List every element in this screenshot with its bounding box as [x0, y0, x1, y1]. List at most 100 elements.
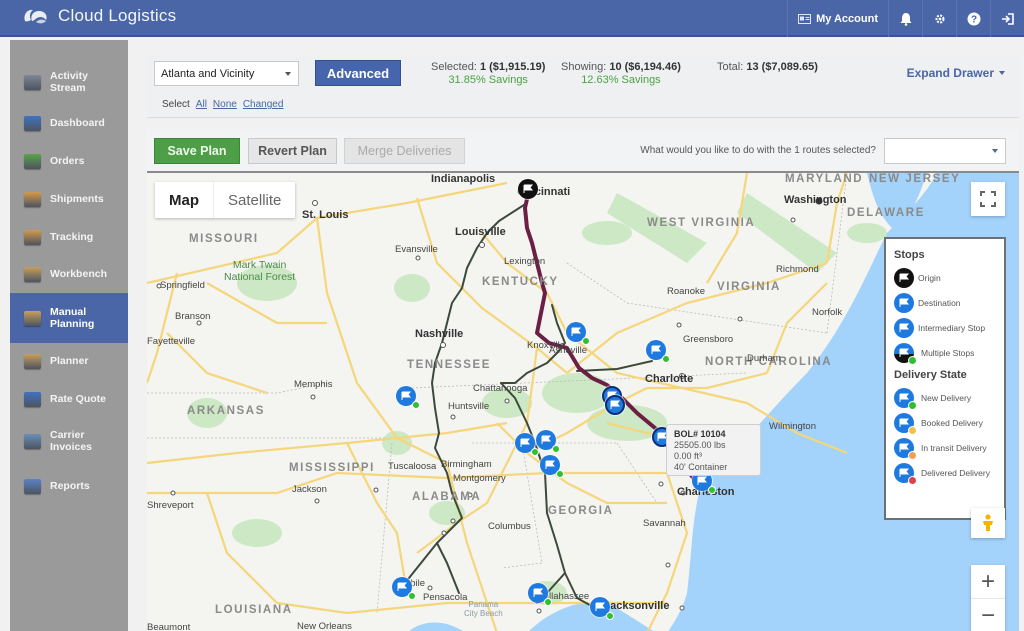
- sidebar-item-label: Workbench: [50, 268, 107, 280]
- origin-marker[interactable]: [518, 179, 538, 199]
- legend-item: In transit Delivery: [894, 435, 996, 460]
- bell-icon: [900, 12, 911, 26]
- logout-icon: [1001, 12, 1014, 25]
- street-view-pegman[interactable]: [971, 508, 1005, 538]
- fullscreen-button[interactable]: [971, 182, 1005, 216]
- new-delivery-status-dot: [531, 448, 539, 456]
- selected-stat: Selected: 1 ($1,915.19) 31.85% Savings: [431, 61, 545, 87]
- legend-delivery-title: Delivery State: [894, 369, 967, 381]
- multiple-stops-icon: [894, 342, 917, 365]
- new-delivery-status-dot: [408, 592, 416, 600]
- shipment-tooltip: BOL# 10104 25505.00 lbs 0.00 ft³ 40' Con…: [666, 424, 761, 476]
- sidebar-item-tracking[interactable]: Tracking: [10, 227, 128, 247]
- map-type-map-button[interactable]: Map: [155, 182, 213, 218]
- settings-button[interactable]: [922, 0, 956, 37]
- stop-marker[interactable]: [540, 455, 564, 478]
- map-label: Savannah: [643, 518, 686, 529]
- chevron-down-icon: [285, 72, 291, 76]
- stop-marker[interactable]: [605, 395, 625, 415]
- help-button[interactable]: ?: [956, 0, 990, 37]
- notifications-button[interactable]: [888, 0, 922, 37]
- legend-label: Booked Delivery: [921, 417, 983, 428]
- stop-marker[interactable]: [566, 322, 590, 345]
- sidebar-item-label: Manual Planning: [50, 306, 95, 330]
- top-bar: Cloud Logistics My Account ?: [0, 0, 1024, 37]
- map-label: Pensacola: [423, 592, 468, 603]
- logout-button[interactable]: [990, 0, 1024, 37]
- selected-savings: 31.85% Savings: [448, 74, 528, 86]
- stop-marker[interactable]: [536, 430, 560, 453]
- legend-label: Intermediary Stop: [918, 322, 986, 333]
- map-label: Branson: [175, 311, 211, 322]
- zoom-out-button[interactable]: −: [971, 599, 1005, 631]
- new-delivery-status-dot: [582, 337, 590, 345]
- merge-deliveries-button[interactable]: Merge Deliveries: [344, 138, 465, 164]
- sidebar-item-workbench[interactable]: Workbench: [10, 264, 128, 284]
- expand-drawer-button[interactable]: Expand Drawer: [907, 66, 1005, 80]
- delivered-delivery-icon: [894, 462, 917, 485]
- map-type-satellite-button[interactable]: Satellite: [213, 182, 295, 218]
- workbench-icon: [24, 266, 41, 282]
- booked-delivery-icon: [894, 412, 917, 435]
- showing-value: 10 ($6,194.46): [609, 61, 681, 73]
- carrier-invoices-icon: [24, 433, 41, 449]
- sidebar-item-carrier-invoices[interactable]: Carrier Invoices: [10, 427, 128, 455]
- select-all-link[interactable]: All: [196, 99, 207, 110]
- sidebar-item-reports[interactable]: Reports: [10, 476, 128, 496]
- sidebar-item-label: Dashboard: [50, 117, 105, 129]
- select-none-link[interactable]: None: [213, 99, 237, 110]
- sidebar-item-label: Tracking: [50, 231, 94, 243]
- orders-icon: [24, 153, 41, 169]
- sidebar-item-manual-planning[interactable]: Manual Planning: [10, 293, 128, 343]
- cloud-logistics-logo-icon: [24, 9, 47, 24]
- save-plan-button[interactable]: Save Plan: [154, 138, 240, 164]
- status-dot: [908, 400, 917, 410]
- map-label: Louisville: [455, 226, 506, 238]
- new-delivery-status-dot: [412, 401, 420, 409]
- map-label: Jacksonville: [604, 600, 670, 612]
- total-value: 13 ($7,089.65): [746, 61, 818, 73]
- map-label-water: Panama City Beach: [464, 600, 503, 618]
- stop-marker[interactable]: [646, 340, 670, 363]
- status-dot: [908, 450, 917, 460]
- sidebar-item-orders[interactable]: Orders: [10, 151, 128, 171]
- advanced-button[interactable]: Advanced: [315, 60, 401, 86]
- sidebar-item-shipments[interactable]: Shipments: [10, 189, 128, 209]
- map-label: LOUISIANA: [215, 604, 293, 616]
- map-label: Chattanooga: [473, 383, 528, 394]
- stop-marker[interactable]: [528, 583, 552, 606]
- revert-plan-button[interactable]: Revert Plan: [248, 138, 337, 164]
- legend-item: Origin: [894, 265, 996, 290]
- flag-icon: [697, 476, 707, 485]
- map-label: Charlotte: [645, 373, 694, 385]
- sidebar-item-dashboard[interactable]: Dashboard: [10, 113, 128, 133]
- route-action-select[interactable]: [884, 138, 1006, 164]
- region-select[interactable]: Atlanta and Vicinity: [154, 61, 299, 86]
- minus-icon: −: [980, 602, 995, 629]
- new-delivery-status-dot: [552, 445, 560, 453]
- map-label: Norfolk: [812, 307, 843, 318]
- sidebar-item-rate-quote[interactable]: Rate Quote: [10, 389, 128, 409]
- zoom-in-button[interactable]: +: [971, 565, 1005, 599]
- stop-marker[interactable]: [396, 386, 420, 409]
- map-label: DELAWARE: [847, 207, 925, 219]
- route-line: [436, 542, 460, 594]
- sidebar-item-planner[interactable]: Planner: [10, 351, 128, 371]
- stop-marker[interactable]: [515, 433, 539, 456]
- sidebar-item-activity-stream[interactable]: Activity Stream: [10, 70, 128, 94]
- map-label-park: Mark Twain National Forest: [224, 259, 296, 283]
- zoom-control: + −: [971, 565, 1005, 631]
- app-name: Cloud Logistics: [58, 6, 177, 25]
- map-label: ALABAMA: [412, 491, 482, 503]
- flag-icon: [545, 460, 555, 469]
- my-account-button[interactable]: My Account: [787, 0, 888, 37]
- manual-planning-icon: [24, 310, 41, 326]
- stop-marker[interactable]: [590, 597, 614, 620]
- brand[interactable]: Cloud Logistics: [22, 6, 176, 26]
- stop-marker[interactable]: [392, 577, 416, 600]
- route-line: [576, 360, 653, 372]
- sidebar-item-label: Reports: [50, 480, 90, 492]
- select-changed-link[interactable]: Changed: [243, 99, 284, 110]
- route-map[interactable]: MISSOURI KENTUCKY WEST VIRGINIA VIRGINIA TEN…: [147, 171, 1019, 631]
- map-label: GEORGIA: [548, 505, 614, 517]
